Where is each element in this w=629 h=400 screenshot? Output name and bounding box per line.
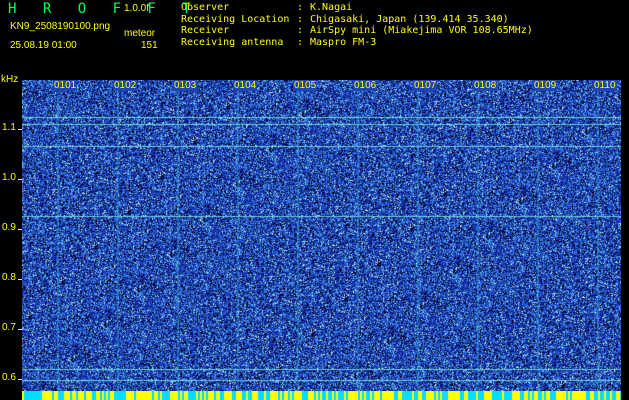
y-tick-label: 1.0 [2, 172, 16, 183]
info-key: Receiver [181, 25, 230, 36]
info-row-location: Receiving Location: Chigasaki, Japan (139… [181, 14, 533, 26]
info-value: Chigasaki, Japan (139.414 35.340) [310, 13, 509, 25]
y-tick-label: 0.7 [2, 322, 16, 333]
info-key: Receiving antenna [181, 36, 284, 48]
info-colon: : [297, 2, 304, 13]
station-info: Observer: K.Nagai Receiving Location: Chig… [181, 2, 533, 48]
info-colon: : [297, 36, 304, 48]
spectrogram-canvas [22, 80, 621, 391]
info-key: Observer [181, 2, 230, 13]
version-label: 1.0.0f [124, 3, 150, 14]
x-tick-label: 0106 [353, 80, 378, 91]
y-tick-label: 0.6 [2, 372, 16, 383]
info-value: K.Nagai [310, 2, 353, 13]
info-row-receiver: Receiver: AirSpy mini (Miakejima VOR 108.… [181, 25, 533, 37]
x-tick-label: 0103 [173, 80, 198, 91]
date-time: 25.08.19 01:00 [10, 40, 77, 51]
file-name: KN9_2508190100.png [10, 21, 111, 32]
signal-level-bar [22, 391, 621, 400]
info-key: Receiving Location [181, 13, 290, 25]
info-row-antenna: Receiving antenna: Maspro FM-3 [181, 37, 533, 49]
x-tick-label: 0102 [113, 80, 138, 91]
spectrogram [22, 80, 621, 391]
y-tick-label: 1.1 [2, 122, 16, 133]
info-colon: : [297, 13, 304, 25]
y-unit-label: kHz [1, 74, 19, 85]
header-panel: H R O F F T 1.0.0f KN9_2508190100.png me… [0, 0, 629, 74]
x-tick-label: 0101 [53, 80, 78, 91]
meteor-count: 151 [141, 40, 158, 51]
meteor-label: meteor [124, 28, 156, 39]
app-title: H R O F F T [8, 1, 200, 17]
x-tick-label: 0104 [233, 80, 258, 91]
y-tick-label: 0.9 [2, 222, 16, 233]
info-row-observer: Observer: K.Nagai [181, 2, 533, 14]
y-tick-label: 0.8 [2, 272, 16, 283]
x-tick-label: 0109 [533, 80, 558, 91]
right-border [621, 74, 629, 392]
info-value: Maspro FM-3 [310, 36, 377, 48]
x-tick-label: 0105 [293, 80, 318, 91]
x-tick-label: 0108 [473, 80, 498, 91]
x-tick-label: 0110 [593, 80, 617, 91]
info-value: AirSpy mini (Miakejima VOR 108.65MHz) [310, 25, 533, 36]
info-colon: : [297, 25, 304, 36]
x-tick-label: 0107 [413, 80, 438, 91]
